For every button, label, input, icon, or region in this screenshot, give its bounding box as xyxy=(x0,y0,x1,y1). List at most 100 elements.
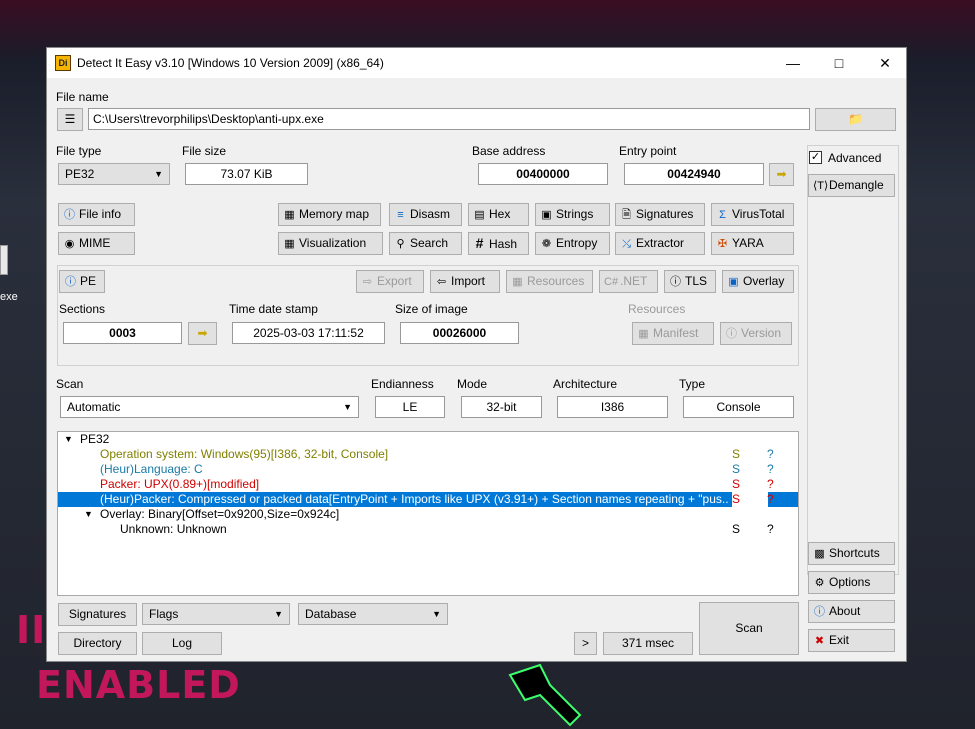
tls-label: TLS xyxy=(685,274,708,288)
result-signature-flag[interactable]: S xyxy=(732,447,740,462)
search-button[interactable]: ⚲ Search xyxy=(389,232,462,255)
yara-button[interactable]: ✠ YARA xyxy=(711,232,794,255)
result-row[interactable]: Operation system: Windows(95)[I386, 32-b… xyxy=(58,447,798,462)
tls-button[interactable]: ⓘ TLS xyxy=(664,270,716,293)
strings-button[interactable]: ▣ Strings xyxy=(535,203,610,226)
time-date-stamp-field: 2025-03-03 17:11:52 xyxy=(232,322,385,344)
info-icon: ⓘ xyxy=(814,606,825,618)
entry-point-go-button[interactable]: ➡ xyxy=(769,163,794,186)
virustotal-button[interactable]: Σ VirusTotal xyxy=(711,203,794,226)
strings-icon: ▣ xyxy=(541,209,552,221)
result-signature-flag[interactable]: S xyxy=(732,462,740,477)
extractor-button[interactable]: ⤯ Extractor xyxy=(615,232,705,255)
sections-field: 0003 xyxy=(63,322,182,344)
result-signature-flag[interactable]: S xyxy=(732,522,740,537)
close-button[interactable]: ✕ xyxy=(862,48,908,78)
result-row[interactable]: Unknown: Unknown S ? xyxy=(58,522,798,537)
expand-button[interactable]: > xyxy=(574,632,597,655)
hash-button[interactable]: # Hash xyxy=(468,232,529,255)
result-row-selected[interactable]: (Heur)Packer: Compressed or packed data[… xyxy=(58,492,798,507)
about-button[interactable]: ⓘ About xyxy=(808,600,895,623)
tls-icon: ⓘ xyxy=(670,276,681,288)
export-label: Export xyxy=(377,274,412,288)
hex-button[interactable]: ▤ Hex xyxy=(468,203,529,226)
entropy-button[interactable]: ❁ Entropy xyxy=(535,232,610,255)
disasm-button[interactable]: ≡ Disasm xyxy=(389,203,462,226)
flags-select[interactable]: Flags ▼ xyxy=(142,603,290,625)
entry-point-label: Entry point xyxy=(619,144,677,158)
minimize-button[interactable]: — xyxy=(770,48,816,78)
advanced-checkbox[interactable]: ✓ Advanced xyxy=(809,150,897,168)
open-file-button[interactable]: 📁 xyxy=(815,108,896,131)
result-info-flag[interactable]: ? xyxy=(767,447,774,462)
overlay-button[interactable]: ▣ Overlay xyxy=(722,270,794,293)
memory-icon: ▦ xyxy=(284,209,295,221)
menu-list-button[interactable]: ☰ xyxy=(57,108,83,131)
demangle-button[interactable]: ⟨T⟩Demangle xyxy=(808,174,895,197)
scan-mode-select[interactable]: Automatic ▼ xyxy=(60,396,359,418)
exit-button[interactable]: ✖ Exit xyxy=(808,629,895,652)
collapse-icon[interactable]: ▼ xyxy=(84,507,93,522)
version-label: Version xyxy=(741,326,782,340)
search-label: Search xyxy=(410,236,449,250)
hex-label: Hex xyxy=(489,207,511,221)
export-button[interactable]: ⇨ Export xyxy=(356,270,424,293)
log-button[interactable]: Log xyxy=(142,632,222,655)
options-button[interactable]: ⚙ Options xyxy=(808,571,895,594)
resources-button[interactable]: ▦ Resources xyxy=(506,270,593,293)
info-icon: ⓘ xyxy=(65,276,76,288)
result-info-flag[interactable]: ? xyxy=(767,522,774,537)
keyboard-icon: ▩ xyxy=(814,548,825,560)
result-text: Overlay: Binary[Offset=0x9200,Size=0x924… xyxy=(100,507,340,521)
folder-icon: 📁 xyxy=(848,112,863,126)
yara-icon: ✠ xyxy=(717,238,728,250)
extractor-label: Extractor xyxy=(636,236,685,250)
chevron-down-icon: ▼ xyxy=(343,402,352,412)
directory-button[interactable]: Directory xyxy=(58,632,137,655)
signatures-button[interactable]: Signatures xyxy=(58,603,137,626)
result-text: Packer: UPX(0.89+)[modified] xyxy=(100,477,260,491)
file-type-select[interactable]: PE32 ▼ xyxy=(58,163,170,185)
sections-label: Sections xyxy=(59,302,106,316)
result-signature-flag[interactable]: S xyxy=(732,492,768,507)
result-row[interactable]: (Heur)Language: C S ? xyxy=(58,462,798,477)
endianness-field: LE xyxy=(375,396,445,418)
file-info-button[interactable]: ⓘ File info xyxy=(58,203,135,226)
arrow-right-icon: ➡ xyxy=(776,167,787,181)
virustotal-label: VirusTotal xyxy=(732,207,785,221)
version-button[interactable]: ⓘ Version xyxy=(720,322,792,345)
import-label: Import xyxy=(451,274,486,288)
desktop-file-icon[interactable] xyxy=(0,245,8,275)
shortcuts-button[interactable]: ▩ Shortcuts xyxy=(808,542,895,565)
tree-root-row[interactable]: ▼ PE32 xyxy=(58,432,798,447)
results-tree[interactable]: ▼ PE32 Operation system: Windows(95)[I38… xyxy=(57,431,799,596)
list-icon: ☰ xyxy=(64,112,76,126)
pe-button[interactable]: ⓘ PE xyxy=(59,270,105,293)
scan-label: Scan xyxy=(56,377,84,391)
memory-map-button[interactable]: ▦ Memory map xyxy=(278,203,381,226)
result-row[interactable]: Packer: UPX(0.89+)[modified] S ? xyxy=(58,477,798,492)
result-info-flag[interactable]: ? xyxy=(767,477,774,492)
visualization-button[interactable]: ▦ Visualization xyxy=(278,232,383,255)
file-type-label: File type xyxy=(56,144,102,158)
mime-button[interactable]: ◉ MIME xyxy=(58,232,135,255)
import-button[interactable]: ⇦ Import xyxy=(430,270,500,293)
scan-button[interactable]: Scan xyxy=(699,602,799,655)
manifest-button[interactable]: ▦ Manifest xyxy=(632,322,714,345)
result-info-flag[interactable]: ? xyxy=(767,492,774,507)
database-select[interactable]: Database ▼ xyxy=(298,603,448,625)
maximize-button[interactable]: □ xyxy=(816,48,862,78)
collapse-icon[interactable]: ▼ xyxy=(64,432,73,447)
entropy-label: Entropy xyxy=(556,236,598,250)
net-button[interactable]: C# .NET xyxy=(599,270,658,293)
wallpaper-text-bottom: ENABLED xyxy=(36,663,241,707)
file-path-input[interactable]: C:\Users\trevorphilips\Desktop\anti-upx.… xyxy=(88,108,810,130)
overlay-icon: ▣ xyxy=(728,276,739,288)
file-size-label: File size xyxy=(182,144,227,158)
result-info-flag[interactable]: ? xyxy=(767,462,774,477)
overlay-row[interactable]: ▼ Overlay: Binary[Offset=0x9200,Size=0x9… xyxy=(58,507,798,522)
signatures-tool-button[interactable]: 🗎 Signatures xyxy=(615,203,705,226)
result-text: Unknown: Unknown xyxy=(120,522,227,536)
sections-go-button[interactable]: ➡ xyxy=(188,322,217,345)
result-signature-flag[interactable]: S xyxy=(732,477,740,492)
